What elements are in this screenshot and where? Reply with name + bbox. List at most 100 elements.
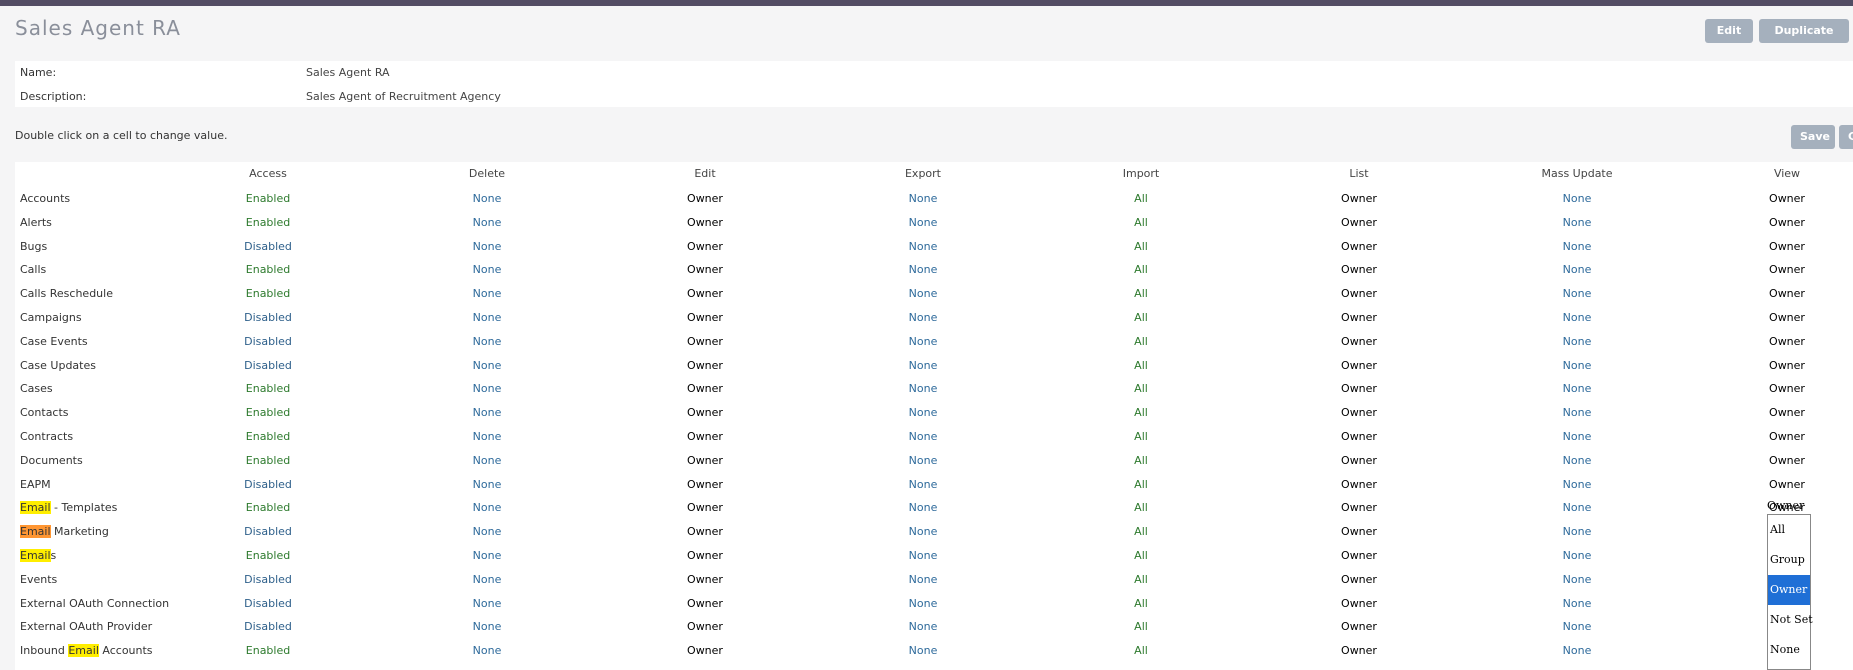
cell-access[interactable]: Enabled xyxy=(198,192,338,205)
cell-list[interactable]: Owner xyxy=(1289,549,1429,562)
cell-view[interactable]: Owner xyxy=(1717,263,1853,276)
cell-delete[interactable]: None xyxy=(417,359,557,372)
cell-access[interactable]: Disabled xyxy=(198,573,338,586)
cell-mass-update[interactable]: None xyxy=(1507,263,1647,276)
cell-mass-update[interactable]: None xyxy=(1507,216,1647,229)
cell-edit[interactable]: Owner xyxy=(635,406,775,419)
cell-view[interactable]: Owner xyxy=(1717,406,1853,419)
cell-export[interactable]: None xyxy=(853,335,993,348)
cell-access[interactable]: Enabled xyxy=(198,644,338,657)
cell-edit[interactable]: Owner xyxy=(635,335,775,348)
cell-import[interactable]: All xyxy=(1071,311,1211,324)
cell-import[interactable]: All xyxy=(1071,597,1211,610)
cell-list[interactable]: Owner xyxy=(1289,573,1429,586)
cell-list[interactable]: Owner xyxy=(1289,644,1429,657)
cell-mass-update[interactable]: None xyxy=(1507,240,1647,253)
cell-export[interactable]: None xyxy=(853,501,993,514)
save-button[interactable]: Save xyxy=(1791,125,1835,149)
cell-edit[interactable]: Owner xyxy=(635,287,775,300)
cell-delete[interactable]: None xyxy=(417,501,557,514)
cell-list[interactable]: Owner xyxy=(1289,478,1429,491)
cell-mass-update[interactable]: None xyxy=(1507,478,1647,491)
cell-delete[interactable]: None xyxy=(417,620,557,633)
cell-access[interactable]: Disabled xyxy=(198,597,338,610)
cell-delete[interactable]: None xyxy=(417,644,557,657)
cell-import[interactable]: All xyxy=(1071,573,1211,586)
cell-list[interactable]: Owner xyxy=(1289,406,1429,419)
cell-edit[interactable]: Owner xyxy=(635,454,775,467)
cell-view[interactable]: Owner xyxy=(1717,430,1853,443)
cell-export[interactable]: None xyxy=(853,573,993,586)
cell-access[interactable]: Disabled xyxy=(198,311,338,324)
cell-access[interactable]: Enabled xyxy=(198,430,338,443)
cell-list[interactable]: Owner xyxy=(1289,525,1429,538)
cell-import[interactable]: All xyxy=(1071,501,1211,514)
cell-import[interactable]: All xyxy=(1071,287,1211,300)
cell-edit[interactable]: Owner xyxy=(635,430,775,443)
cell-access[interactable]: Disabled xyxy=(198,525,338,538)
cell-mass-update[interactable]: None xyxy=(1507,311,1647,324)
edit-button[interactable]: Edit xyxy=(1705,19,1753,43)
cell-access[interactable]: Disabled xyxy=(198,335,338,348)
view-option-group[interactable]: Group xyxy=(1768,545,1810,575)
cell-view[interactable]: Owner xyxy=(1717,335,1853,348)
cell-mass-update[interactable]: None xyxy=(1507,335,1647,348)
view-dropdown-list[interactable]: All Group Owner Not Set None xyxy=(1767,514,1813,670)
cell-access[interactable]: Enabled xyxy=(198,287,338,300)
cell-import[interactable]: All xyxy=(1071,620,1211,633)
cell-access[interactable]: Disabled xyxy=(198,478,338,491)
cell-view[interactable]: Owner xyxy=(1717,216,1853,229)
cell-mass-update[interactable]: None xyxy=(1507,620,1647,633)
cell-edit[interactable]: Owner xyxy=(635,359,775,372)
cell-mass-update[interactable]: None xyxy=(1507,382,1647,395)
cell-list[interactable]: Owner xyxy=(1289,620,1429,633)
cell-export[interactable]: None xyxy=(853,597,993,610)
cell-list[interactable]: Owner xyxy=(1289,359,1429,372)
cell-delete[interactable]: None xyxy=(417,454,557,467)
cell-edit[interactable]: Owner xyxy=(635,311,775,324)
cell-mass-update[interactable]: None xyxy=(1507,192,1647,205)
cell-import[interactable]: All xyxy=(1071,406,1211,419)
cell-export[interactable]: None xyxy=(853,216,993,229)
cell-access[interactable]: Disabled xyxy=(198,240,338,253)
duplicate-button[interactable]: Duplicate xyxy=(1759,19,1849,43)
cell-view[interactable]: Owner xyxy=(1717,311,1853,324)
cell-delete[interactable]: None xyxy=(417,192,557,205)
cell-export[interactable]: None xyxy=(853,406,993,419)
cell-access[interactable]: Disabled xyxy=(198,359,338,372)
cell-export[interactable]: None xyxy=(853,311,993,324)
cancel-button[interactable]: C xyxy=(1839,125,1853,149)
cell-delete[interactable]: None xyxy=(417,430,557,443)
cell-view[interactable]: Owner xyxy=(1717,240,1853,253)
cell-access[interactable]: Disabled xyxy=(198,620,338,633)
cell-mass-update[interactable]: None xyxy=(1507,597,1647,610)
cell-edit[interactable]: Owner xyxy=(635,573,775,586)
cell-import[interactable]: All xyxy=(1071,430,1211,443)
cell-delete[interactable]: None xyxy=(417,597,557,610)
cell-export[interactable]: None xyxy=(853,382,993,395)
cell-export[interactable]: None xyxy=(853,478,993,491)
cell-import[interactable]: All xyxy=(1071,549,1211,562)
cell-view[interactable]: Owner xyxy=(1717,359,1853,372)
view-option-owner[interactable]: Owner xyxy=(1768,575,1810,605)
cell-access[interactable]: Enabled xyxy=(198,382,338,395)
cell-import[interactable]: All xyxy=(1071,454,1211,467)
cell-export[interactable]: None xyxy=(853,359,993,372)
cell-delete[interactable]: None xyxy=(417,216,557,229)
cell-access[interactable]: Enabled xyxy=(198,406,338,419)
cell-list[interactable]: Owner xyxy=(1289,335,1429,348)
cell-export[interactable]: None xyxy=(853,287,993,300)
cell-delete[interactable]: None xyxy=(417,406,557,419)
cell-list[interactable]: Owner xyxy=(1289,263,1429,276)
cell-view[interactable]: Owner xyxy=(1717,478,1853,491)
cell-mass-update[interactable]: None xyxy=(1507,430,1647,443)
cell-mass-update[interactable]: None xyxy=(1507,359,1647,372)
cell-edit[interactable]: Owner xyxy=(635,263,775,276)
cell-import[interactable]: All xyxy=(1071,240,1211,253)
cell-import[interactable]: All xyxy=(1071,525,1211,538)
cell-mass-update[interactable]: None xyxy=(1507,644,1647,657)
cell-list[interactable]: Owner xyxy=(1289,454,1429,467)
cell-edit[interactable]: Owner xyxy=(635,525,775,538)
cell-export[interactable]: None xyxy=(853,549,993,562)
cell-list[interactable]: Owner xyxy=(1289,382,1429,395)
